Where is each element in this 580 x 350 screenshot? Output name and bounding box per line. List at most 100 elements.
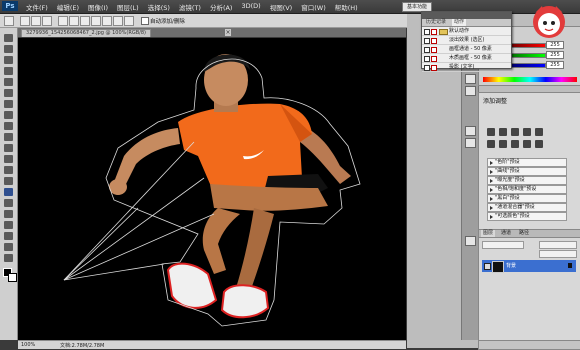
type-tool-icon[interactable] (4, 199, 13, 207)
background-color-swatch[interactable] (8, 273, 17, 282)
opacity-field[interactable] (539, 241, 577, 249)
action-row[interactable]: 淡出效果 (选区) (422, 36, 511, 45)
toggle-checkbox-icon[interactable] (424, 29, 430, 35)
action-row[interactable]: 投影 (文字) (422, 63, 511, 72)
preset-channel-mixer[interactable]: "通道混合器"预设 (487, 203, 567, 212)
tab-channels[interactable]: 通道 (499, 230, 513, 237)
dialog-toggle-icon[interactable] (431, 47, 437, 53)
fill-pixels-icon[interactable] (42, 16, 52, 26)
menu-select[interactable]: 选择(S) (148, 2, 170, 12)
hue-saturation-icon[interactable] (487, 140, 495, 148)
styles-icon[interactable] (465, 86, 476, 96)
preset-curves[interactable]: "曲线"预设 (487, 167, 567, 176)
auto-add-delete-checkbox[interactable] (141, 17, 149, 25)
blend-mode-select[interactable] (482, 241, 524, 249)
quick-select-tool-icon[interactable] (4, 67, 13, 75)
channel-mixer-icon[interactable] (535, 140, 543, 148)
curves-icon[interactable] (511, 128, 519, 136)
preset-levels[interactable]: "色阶"预设 (487, 158, 567, 167)
pen-icon[interactable] (58, 16, 68, 26)
document-canvas[interactable] (18, 38, 406, 340)
fill-field[interactable] (539, 250, 577, 258)
preset-exposure[interactable]: "曝光度"预设 (487, 176, 567, 185)
path-select-tool-icon[interactable] (4, 210, 13, 218)
dialog-toggle-icon[interactable] (431, 56, 437, 62)
actions-panel-header[interactable] (422, 12, 511, 19)
menu-view[interactable]: 视图(V) (270, 2, 293, 12)
ellipse-icon[interactable] (102, 16, 112, 26)
dialog-toggle-icon[interactable] (431, 29, 437, 35)
menu-file[interactable]: 文件(F) (26, 2, 48, 12)
history-brush-tool-icon[interactable] (4, 133, 13, 141)
menu-filter[interactable]: 滤镜(T) (179, 2, 201, 12)
dodge-tool-icon[interactable] (4, 177, 13, 185)
layer-row[interactable]: 背景 (482, 260, 576, 273)
menu-3d[interactable]: 3D(D) (241, 2, 260, 12)
rounded-rectangle-icon[interactable] (91, 16, 101, 26)
color-balance-icon[interactable] (499, 140, 507, 148)
healing-brush-tool-icon[interactable] (4, 100, 13, 108)
preset-selective-color[interactable]: "可选颜色"预设 (487, 212, 567, 221)
menu-analysis[interactable]: 分析(A) (210, 2, 233, 12)
pen-tool-icon[interactable] (4, 16, 14, 26)
levels-icon[interactable] (499, 128, 507, 136)
action-set-row[interactable]: 默认动作 (422, 27, 511, 36)
shape-layers-icon[interactable] (20, 16, 30, 26)
rectangle-icon[interactable] (80, 16, 90, 26)
zoom-level[interactable]: 100% (21, 342, 35, 348)
blue-value[interactable]: 255 (546, 61, 564, 69)
paragraph-icon[interactable] (465, 236, 476, 246)
tab-history[interactable]: 历史记录 (424, 19, 448, 26)
blur-tool-icon[interactable] (4, 166, 13, 174)
clone-stamp-tool-icon[interactable] (4, 122, 13, 130)
zoom-tool-icon[interactable] (4, 254, 13, 262)
line-icon[interactable] (124, 16, 134, 26)
document-tab[interactable]: 3279936_154256068467_2.jpg @ 100%(RGB/8) (21, 29, 151, 37)
menu-help[interactable]: 帮助(H) (335, 2, 358, 12)
dialog-toggle-icon[interactable] (431, 65, 437, 71)
close-tab-icon[interactable]: × (225, 29, 231, 36)
eraser-tool-icon[interactable] (4, 144, 13, 152)
toggle-checkbox-icon[interactable] (424, 47, 430, 53)
freeform-pen-icon[interactable] (69, 16, 79, 26)
menu-image[interactable]: 图像(I) (88, 2, 108, 12)
action-row[interactable]: 木质画框 - 50 像素 (422, 54, 511, 63)
black-white-icon[interactable] (511, 140, 519, 148)
visibility-eye-icon[interactable] (484, 263, 491, 270)
info-icon[interactable] (465, 138, 476, 148)
brightness-contrast-icon[interactable] (487, 128, 495, 136)
shape-tool-icon[interactable] (4, 221, 13, 229)
tab-actions[interactable]: 动作 (452, 19, 467, 26)
green-value[interactable]: 255 (546, 51, 564, 59)
marquee-tool-icon[interactable] (4, 45, 13, 53)
pen-tool-active-icon[interactable] (4, 188, 13, 196)
preset-black-white[interactable]: "黑白"预设 (487, 194, 567, 203)
history-icon[interactable] (465, 126, 476, 136)
toggle-checkbox-icon[interactable] (424, 56, 430, 62)
tab-layers[interactable]: 图层 (481, 230, 496, 237)
menu-layer[interactable]: 图层(L) (117, 2, 139, 12)
preset-hue-saturation[interactable]: "色相/饱和度"预设 (487, 185, 567, 194)
dialog-toggle-icon[interactable] (431, 38, 437, 44)
lasso-tool-icon[interactable] (4, 56, 13, 64)
hand-tool-icon[interactable] (4, 243, 13, 251)
action-row[interactable]: 画框通道 - 50 像素 (422, 45, 511, 54)
eyedropper-tool-icon[interactable] (4, 89, 13, 97)
gradient-tool-icon[interactable] (4, 155, 13, 163)
color-spectrum[interactable] (483, 77, 577, 82)
move-tool-icon[interactable] (4, 34, 13, 42)
paths-icon[interactable] (31, 16, 41, 26)
toggle-checkbox-icon[interactable] (424, 38, 430, 44)
photo-filter-icon[interactable] (523, 140, 531, 148)
tab-paths[interactable]: 路径 (517, 230, 531, 237)
toggle-checkbox-icon[interactable] (424, 65, 430, 71)
menu-edit[interactable]: 编辑(E) (57, 2, 79, 12)
exposure-icon[interactable] (523, 128, 531, 136)
swatches-icon[interactable] (465, 74, 476, 84)
3d-rotate-tool-icon[interactable] (4, 232, 13, 240)
brush-tool-icon[interactable] (4, 111, 13, 119)
crop-tool-icon[interactable] (4, 78, 13, 86)
menu-window[interactable]: 窗口(W) (301, 2, 326, 12)
vibrance-icon[interactable] (535, 128, 543, 136)
polygon-icon[interactable] (113, 16, 123, 26)
